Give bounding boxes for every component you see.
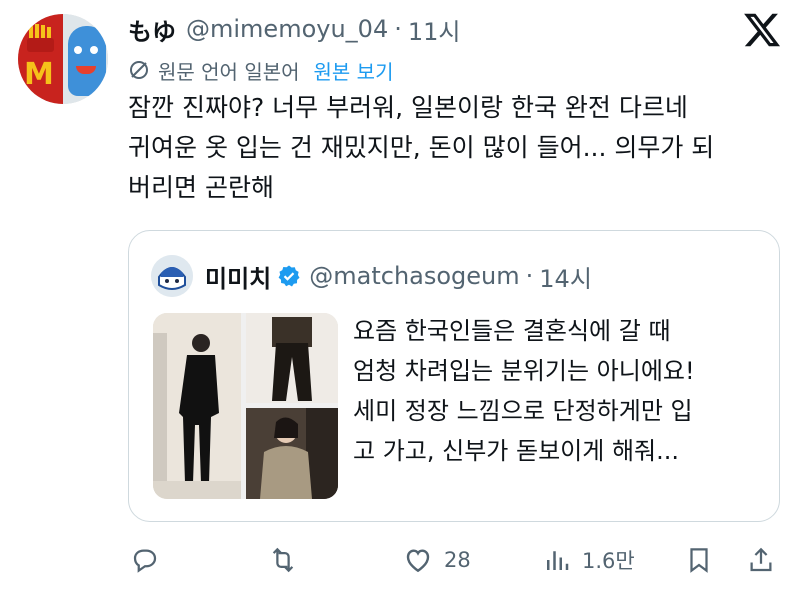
bookmark-icon bbox=[690, 548, 708, 573]
x-logo-icon[interactable] bbox=[742, 10, 782, 50]
view-count: 1.6만 bbox=[582, 549, 635, 573]
quote-timestamp[interactable]: 14시 bbox=[539, 259, 592, 294]
quote-media[interactable] bbox=[153, 313, 338, 499]
header-separator: · bbox=[394, 15, 402, 43]
translation-language-label: 원문 언어 일본어 bbox=[158, 59, 300, 84]
action-bar: 28 1.6만 bbox=[128, 538, 780, 582]
share-button[interactable] bbox=[746, 538, 776, 582]
quote-header-separator: · bbox=[525, 262, 534, 290]
quote-author-display-name[interactable]: 미미치 bbox=[205, 259, 271, 294]
quote-author-avatar bbox=[151, 255, 193, 297]
views-icon bbox=[547, 551, 569, 570]
verified-badge-icon bbox=[278, 265, 300, 287]
retweet-icon bbox=[272, 547, 294, 573]
tweet-text-line: 잠깐 진짜야? 너무 부러워, 일본이랑 한국 완전 다르네 bbox=[128, 93, 688, 122]
m-logo-icon: M bbox=[24, 57, 54, 92]
blue-character-icon bbox=[68, 26, 106, 96]
tweet-text-line: 귀여운 옷 입는 건 재밌지만, 돈이 많이 들어... 의무가 되 bbox=[128, 133, 715, 162]
quote-author-handle[interactable]: @matchasogeum bbox=[309, 262, 519, 290]
quote-header: 미미치 @matchasogeum · 14시 bbox=[205, 255, 592, 297]
like-button[interactable]: 28 bbox=[402, 538, 471, 582]
character-eye-left bbox=[74, 46, 82, 54]
tweet-text: 잠깐 진짜야? 너무 부러워, 일본이랑 한국 완전 다르네 귀여운 옷 입는 … bbox=[128, 88, 788, 208]
media-photo-1 bbox=[153, 313, 241, 499]
translation-bar: 원문 언어 일본어 원본 보기 bbox=[128, 54, 393, 86]
tweet-text-line: 버리면 곤란해 bbox=[128, 173, 274, 202]
quote-text-line: 세미 정장 느낌으로 단정하게만 입 bbox=[353, 397, 693, 425]
show-original-link[interactable]: 원본 보기 bbox=[314, 56, 394, 85]
author-display-name[interactable]: もゆ bbox=[128, 12, 176, 47]
media-photo-3 bbox=[246, 408, 338, 499]
like-count: 28 bbox=[444, 548, 471, 572]
quoted-tweet[interactable]: 미미치 @matchasogeum · 14시 요즘 한국인들은 결혼식에 갈 … bbox=[128, 230, 780, 522]
reply-button[interactable] bbox=[130, 538, 160, 582]
author-avatar[interactable]: M bbox=[18, 14, 108, 104]
reply-icon bbox=[133, 549, 157, 573]
fries-icon bbox=[27, 24, 54, 52]
author-handle[interactable]: @mimemoyu_04 bbox=[186, 15, 388, 43]
character-avatar-icon bbox=[151, 255, 193, 297]
tweet-header: もゆ @mimemoyu_04 · 11시 bbox=[128, 10, 460, 48]
views-button[interactable]: 1.6만 bbox=[542, 538, 635, 582]
heart-icon bbox=[406, 549, 430, 573]
translate-icon bbox=[130, 61, 148, 79]
tweet-timestamp[interactable]: 11시 bbox=[408, 12, 461, 47]
retweet-button[interactable] bbox=[268, 538, 298, 582]
share-icon bbox=[750, 547, 772, 572]
quote-text-line: 엄청 차려입는 분위기는 아니에요! bbox=[353, 357, 695, 385]
character-eye-right bbox=[90, 46, 98, 54]
quote-text: 요즘 한국인들은 결혼식에 갈 때 엄청 차려입는 분위기는 아니에요! 세미 … bbox=[353, 311, 763, 471]
quote-text-line: 요즘 한국인들은 결혼식에 갈 때 bbox=[353, 317, 671, 345]
quote-text-line: 고 가고, 신부가 돋보이게 해줘... bbox=[353, 437, 679, 465]
media-photo-2 bbox=[246, 313, 338, 403]
bookmark-button[interactable] bbox=[684, 538, 714, 582]
